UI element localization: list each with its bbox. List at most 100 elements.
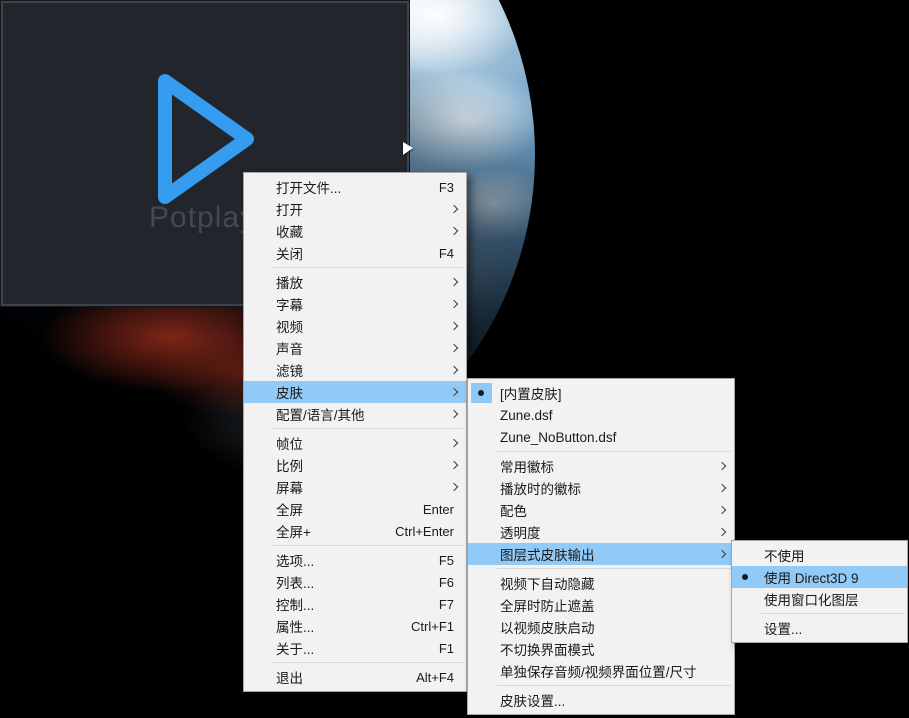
- menu-item-label: 全屏: [276, 499, 303, 519]
- menu-shortcut-label: F4: [425, 246, 454, 261]
- menu-separator: [497, 451, 731, 452]
- menu-item[interactable]: 不使用: [732, 544, 907, 566]
- menu-shortcut-label: F5: [425, 553, 454, 568]
- menu-item[interactable]: 透明度: [468, 521, 734, 543]
- menu-item-label: 单独保存音频/视频界面位置/尺寸: [500, 661, 697, 681]
- bullet-dot-icon: [478, 390, 484, 396]
- chevron-right-icon: [450, 344, 458, 352]
- menu-shortcut-label: Ctrl+Enter: [381, 524, 454, 539]
- menu-item[interactable]: 配色: [468, 499, 734, 521]
- context-menu: 打开文件... F3 打开收藏关闭 F4 播放字幕视频声音滤镜皮肤配置/语言/其他帧位比…: [243, 172, 467, 692]
- menu-item[interactable]: 播放: [244, 271, 466, 293]
- menu-item[interactable]: 属性... Ctrl+F1: [244, 615, 466, 637]
- menu-item-label: 屏幕: [276, 477, 303, 497]
- menu-shortcut-label: F1: [425, 641, 454, 656]
- menu-item[interactable]: 声音: [244, 337, 466, 359]
- menu-item-label: 字幕: [276, 294, 303, 314]
- menu-item-label: 全屏时防止遮盖: [500, 595, 595, 615]
- menu-item[interactable]: 设置...: [732, 617, 907, 639]
- menu-item[interactable]: 播放时的徽标: [468, 477, 734, 499]
- chevron-right-icon: [450, 278, 458, 286]
- menu-item-label: 比例: [276, 455, 303, 475]
- menu-item[interactable]: 使用 Direct3D 9: [732, 566, 907, 588]
- menu-shortcut-label: Alt+F4: [402, 670, 454, 685]
- menu-item[interactable]: 视频: [244, 315, 466, 337]
- menu-shortcut-label: Enter: [409, 502, 454, 517]
- menu-item[interactable]: 全屏 Enter: [244, 498, 466, 520]
- menu-item[interactable]: 控制...F7: [244, 593, 466, 615]
- menu-item-label: 皮肤设置...: [500, 690, 565, 710]
- menu-item-label: 使用 Direct3D 9: [764, 567, 859, 587]
- menu-item[interactable]: 列表...F6: [244, 571, 466, 593]
- menu-separator: [273, 662, 463, 663]
- radio-selected-box: [471, 383, 492, 403]
- menu-item[interactable]: 屏幕: [244, 476, 466, 498]
- menu-item-label: 属性...: [276, 616, 314, 636]
- menu-item-label: 打开: [276, 199, 303, 219]
- menu-item[interactable]: 单独保存音频/视频界面位置/尺寸: [468, 660, 734, 682]
- menu-item[interactable]: 皮肤: [244, 381, 466, 403]
- chevron-right-icon: [718, 528, 726, 536]
- menu-item-label: 播放时的徽标: [500, 478, 581, 498]
- menu-item-label: 选项...: [276, 550, 314, 570]
- menu-shortcut-label: F7: [425, 597, 454, 612]
- menu-item-label: 视频下自动隐藏: [500, 573, 595, 593]
- menu-shortcut-label: F3: [425, 180, 454, 195]
- menu-item[interactable]: 不切换界面模式: [468, 638, 734, 660]
- menu-item[interactable]: 视频下自动隐藏: [468, 572, 734, 594]
- menu-item[interactable]: Zune_NoButton.dsf: [468, 426, 734, 448]
- menu-item-label: 关于...: [276, 638, 314, 658]
- chevron-right-icon: [718, 484, 726, 492]
- menu-separator: [497, 568, 731, 569]
- chevron-right-icon: [450, 461, 458, 469]
- menu-item-label: 关闭: [276, 243, 303, 263]
- menu-item-label: 配置/语言/其他: [276, 404, 365, 424]
- menu-item-label: 退出: [276, 667, 303, 687]
- menu-item-label: 播放: [276, 272, 303, 292]
- menu-item[interactable]: Zune.dsf: [468, 404, 734, 426]
- chevron-right-icon: [450, 439, 458, 447]
- menu-item[interactable]: 打开文件... F3: [244, 176, 466, 198]
- menu-item-label: 视频: [276, 316, 303, 336]
- chevron-right-icon: [450, 322, 458, 330]
- menu-item[interactable]: 帧位: [244, 432, 466, 454]
- menu-item-label: 透明度: [500, 522, 541, 542]
- menu-shortcut-label: F6: [425, 575, 454, 590]
- menu-item[interactable]: 使用窗口化图层: [732, 588, 907, 610]
- menu-separator: [273, 428, 463, 429]
- menu-item[interactable]: 配置/语言/其他: [244, 403, 466, 425]
- skin-submenu: [内置皮肤]Zune.dsf Zune_NoButton.dsf 常用徽标播放时的徽…: [467, 378, 735, 715]
- menu-item-label: 皮肤: [276, 382, 303, 402]
- menu-item[interactable]: 皮肤设置...: [468, 689, 734, 711]
- menu-item-label: 打开文件...: [276, 177, 341, 197]
- menu-shortcut-label: Ctrl+F1: [397, 619, 454, 634]
- menu-item[interactable]: 收藏: [244, 220, 466, 242]
- menu-item[interactable]: [内置皮肤]: [468, 382, 734, 404]
- arrow-cursor-icon: [403, 142, 413, 155]
- menu-item[interactable]: 选项... F5: [244, 549, 466, 571]
- menu-item-label: 配色: [500, 500, 527, 520]
- menu-item-label: 不切换界面模式: [500, 639, 595, 659]
- menu-item[interactable]: 滤镜: [244, 359, 466, 381]
- menu-item[interactable]: 字幕: [244, 293, 466, 315]
- menu-item[interactable]: 打开: [244, 198, 466, 220]
- menu-item-label: [内置皮肤]: [500, 383, 562, 403]
- menu-separator: [497, 685, 731, 686]
- menu-item[interactable]: 常用徽标: [468, 455, 734, 477]
- menu-item[interactable]: 关闭 F4: [244, 242, 466, 264]
- menu-item[interactable]: 以视频皮肤启动: [468, 616, 734, 638]
- menu-item[interactable]: 全屏时防止遮盖: [468, 594, 734, 616]
- menu-item[interactable]: 退出 Alt+F4: [244, 666, 466, 688]
- menu-item-label: 图层式皮肤输出: [500, 544, 595, 564]
- radio-selected-box: [735, 567, 756, 587]
- menu-item[interactable]: 图层式皮肤输出: [468, 543, 734, 565]
- chevron-right-icon: [450, 205, 458, 213]
- menu-item-label: 以视频皮肤启动: [500, 617, 595, 637]
- menu-item-label: 收藏: [276, 221, 303, 241]
- menu-item[interactable]: 关于... F1: [244, 637, 466, 659]
- menu-item-label: 声音: [276, 338, 303, 358]
- menu-item[interactable]: 全屏+Ctrl+Enter: [244, 520, 466, 542]
- chevron-right-icon: [450, 300, 458, 308]
- menu-item[interactable]: 比例: [244, 454, 466, 476]
- menu-item-label: Zune_NoButton.dsf: [500, 430, 616, 445]
